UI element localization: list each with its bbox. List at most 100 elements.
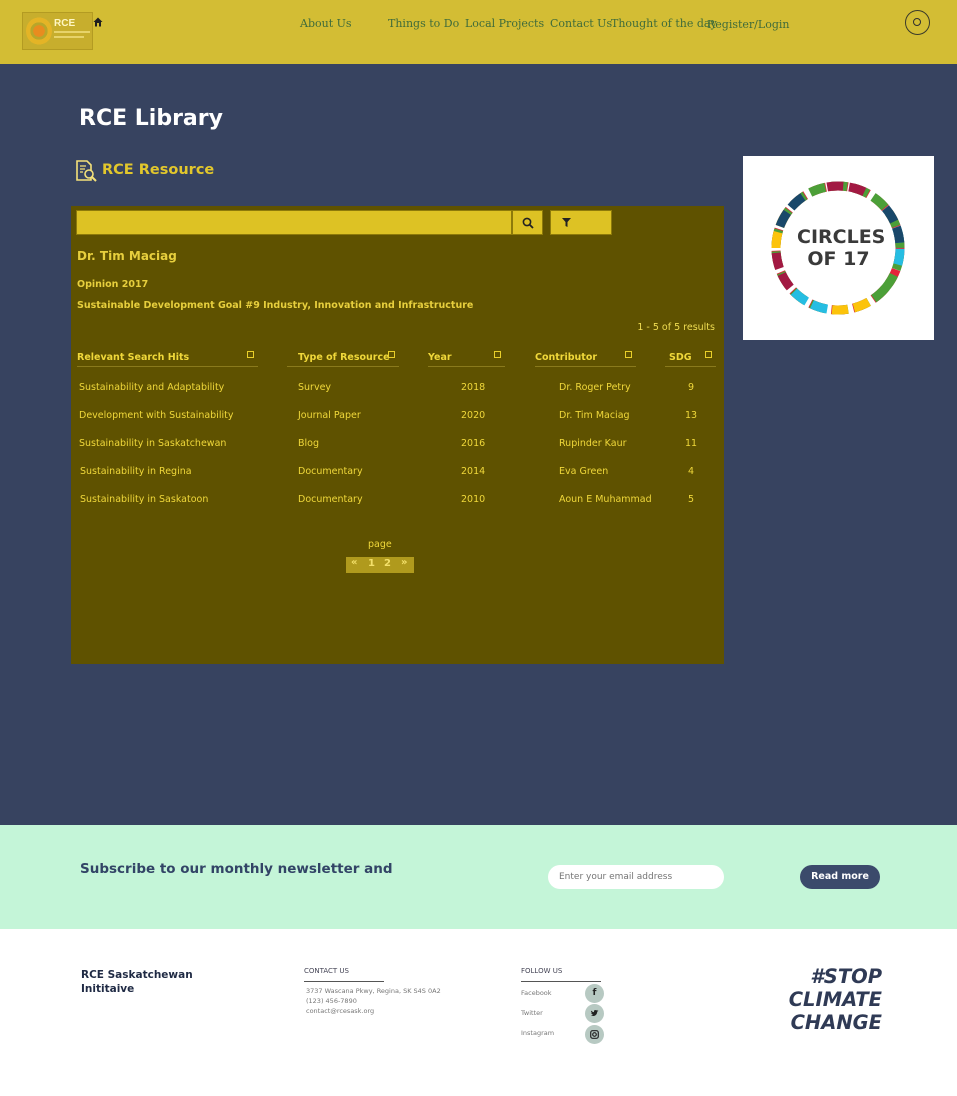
footer-email[interactable]: contact@rcesask.org [306, 1007, 374, 1015]
pagination-page-1[interactable]: 1 [368, 558, 375, 569]
instagram-icon[interactable] [585, 1025, 604, 1044]
slogan-line: CLIMATE [788, 988, 882, 1011]
column-header-relevant-search-hits[interactable]: Relevant Search Hits [77, 351, 258, 367]
table-cell-contributor[interactable]: Rupinder Kaur [559, 438, 627, 449]
table-cell-contributor[interactable]: Dr. Roger Petry [559, 382, 631, 393]
sort-icon[interactable] [494, 351, 501, 358]
pagination-prev-button[interactable]: « [351, 557, 357, 568]
library-search-input[interactable] [76, 210, 512, 235]
table-cell-type: Journal Paper [298, 410, 361, 421]
circles-text-line: CIRCLES [797, 226, 886, 248]
table-cell-contributor[interactable]: Dr. Tim Maciag [559, 410, 630, 421]
newsletter-text: Subscribe to our monthly newsletter and [80, 861, 393, 877]
sort-icon[interactable] [247, 351, 254, 358]
results-count: 1 - 5 of 5 results [637, 322, 715, 333]
logo-subtext-bar [54, 31, 90, 33]
slogan-line: #STOP [810, 965, 882, 988]
camera-glyph [590, 1030, 599, 1039]
twitter-icon[interactable] [585, 1004, 604, 1023]
table-cell-type: Survey [298, 382, 332, 393]
magnifier-icon [522, 217, 534, 229]
sort-icon[interactable] [388, 351, 395, 358]
slogan-line: CHANGE [790, 1011, 882, 1034]
table-cell-title[interactable]: Sustainability and Adaptability [79, 382, 224, 393]
table-cell-title[interactable]: Sustainability in Saskatoon [80, 494, 208, 505]
pagination-page-2[interactable]: 2 [384, 558, 391, 569]
table-cell-contributor[interactable]: Aoun E Muhammad [559, 494, 652, 505]
stop-climate-change-slogan: #STOP CLIMATE CHANGE [778, 965, 882, 1034]
filter-icon [562, 218, 571, 227]
table-cell-sdg: 11 [684, 438, 698, 449]
search-toggle-button[interactable] [905, 10, 930, 35]
nav-local-projects[interactable]: Local Projects [465, 17, 544, 30]
footer-phone[interactable]: (123) 456-7890 [306, 997, 357, 1005]
circles-of-17-text: CIRCLES OF 17 [797, 226, 886, 270]
social-label-facebook[interactable]: Facebook [521, 989, 552, 997]
table-cell-sdg: 9 [687, 382, 695, 393]
column-header-label: Year [428, 352, 452, 363]
facebook-icon[interactable]: f [585, 984, 604, 1003]
social-label-instagram[interactable]: Instagram [521, 1029, 554, 1037]
filter-button[interactable] [550, 210, 612, 235]
column-header-year[interactable]: Year [428, 351, 505, 367]
resource-panel [71, 206, 724, 664]
search-icon [913, 18, 921, 26]
nav-about-us[interactable]: About Us [300, 17, 352, 30]
footer-org-name: RCE Saskatchewan Inititaive [81, 968, 211, 996]
logo-emblem [26, 17, 52, 45]
read-more-button[interactable]: Read more [800, 865, 880, 889]
sdg-description: Sustainable Development Goal #9 Industry… [77, 300, 474, 311]
column-header-type-of-resource[interactable]: Type of Resource [287, 351, 399, 367]
nav-things-to-do[interactable]: Things to Do [388, 17, 459, 30]
opinion-year: Opinion 2017 [77, 279, 149, 290]
nav-contact-us[interactable]: Contact Us [550, 17, 612, 30]
home-icon[interactable] [93, 17, 103, 27]
table-cell-year: 2010 [461, 494, 486, 505]
table-cell-title[interactable]: Development with Sustainability [79, 410, 233, 421]
table-cell-year: 2020 [461, 410, 486, 421]
follow-divider [521, 981, 601, 982]
table-cell-sdg: 4 [687, 466, 695, 477]
table-cell-type: Documentary [298, 466, 363, 477]
logo-text: RCE [54, 18, 76, 29]
contact-divider [304, 981, 384, 982]
footer-org-line: RCE Saskatchewan [81, 969, 193, 981]
table-cell-title[interactable]: Sustainability in Regina [80, 466, 192, 477]
table-cell-year: 2016 [461, 438, 486, 449]
nav-thought-of-the-day[interactable]: Thought of the day [611, 17, 717, 30]
column-header-label: Relevant Search Hits [77, 352, 190, 363]
footer-org-line: Inititaive [81, 983, 135, 995]
table-cell-title[interactable]: Sustainability in Saskatchewan [79, 438, 226, 449]
contact-heading: CONTACT US [304, 967, 349, 975]
section-title: RCE Resource [102, 162, 215, 178]
circles-text-line: OF 17 [807, 248, 870, 270]
pagination-next-button[interactable]: » [401, 557, 407, 568]
table-cell-sdg: 5 [687, 494, 695, 505]
column-header-sdg[interactable]: SDG [665, 351, 716, 367]
column-header-contributor[interactable]: Contributor [535, 351, 636, 367]
library-search-button[interactable] [512, 210, 543, 235]
column-header-label: Contributor [535, 352, 598, 363]
follow-heading: FOLLOW US [521, 967, 563, 975]
table-cell-year: 2014 [461, 466, 486, 477]
contributor-heading: Dr. Tim Maciag [77, 249, 177, 263]
newsletter-email-input[interactable] [548, 865, 724, 889]
nav-register-login[interactable]: Register/Login [707, 18, 789, 31]
footer-address: 3737 Wascana Pkwy, Regina, SK S4S 0A2 [306, 987, 441, 995]
sort-icon[interactable] [625, 351, 632, 358]
site-header [0, 0, 957, 64]
pagination-label: page [368, 539, 392, 550]
logo-subtext-bar [54, 36, 84, 38]
table-cell-type: Documentary [298, 494, 363, 505]
table-cell-year: 2018 [461, 382, 486, 393]
social-label-twitter[interactable]: Twitter [521, 1009, 543, 1017]
site-logo[interactable]: RCE [22, 12, 93, 50]
column-header-label: Type of Resource [298, 352, 390, 363]
page-title: RCE Library [79, 106, 223, 131]
resource-icon [76, 160, 97, 182]
table-cell-contributor[interactable]: Eva Green [559, 466, 608, 477]
bird-glyph [590, 1009, 599, 1017]
column-header-label: SDG [669, 352, 692, 363]
sort-icon[interactable] [705, 351, 712, 358]
table-cell-type: Blog [298, 438, 319, 449]
